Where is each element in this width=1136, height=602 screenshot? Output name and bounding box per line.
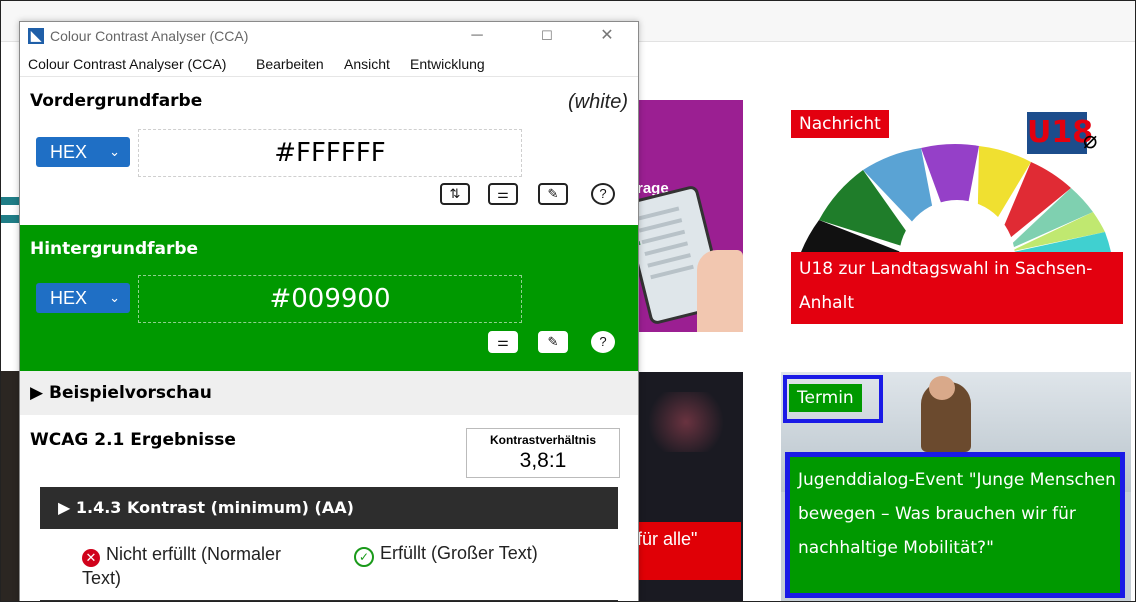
parliament-chart-image bbox=[801, 144, 1111, 260]
teal-stripe bbox=[1, 215, 21, 223]
preview-toggle[interactable]: ▶ Beispielvorschau bbox=[20, 371, 638, 415]
chevron-down-icon: ⌄ bbox=[109, 290, 120, 305]
foreground-panel: Vordergrundfarbe (white) HEX ⌄ #FFFFFF ⇅… bbox=[20, 77, 638, 225]
hand-image bbox=[697, 250, 743, 332]
cca-window: ◣ Colour Contrast Analyser (CCA) ─ ☐ ✕ C… bbox=[19, 21, 639, 601]
eyedropper-icon[interactable]: ✎ bbox=[538, 331, 568, 353]
card-caption[interactable]: Jugenddialog-Event "Junge Menschen beweg… bbox=[798, 463, 1118, 565]
background-hex-input[interactable]: #009900 bbox=[138, 275, 522, 323]
menu-entwicklung[interactable]: Entwicklung bbox=[410, 56, 485, 72]
foreground-hex-input[interactable]: #FFFFFF bbox=[138, 129, 522, 177]
ratio-value: 3,8:1 bbox=[519, 449, 567, 472]
window-title: Colour Contrast Analyser (CCA) bbox=[50, 28, 249, 44]
u18-logo: U18 ⌀ bbox=[1027, 112, 1107, 154]
cross-icon: ✕ bbox=[82, 549, 100, 567]
menu-bearbeiten[interactable]: Bearbeiten bbox=[256, 56, 324, 72]
news-card-survey[interactable]: rage bbox=[631, 100, 743, 332]
close-button[interactable]: ✕ bbox=[584, 22, 630, 50]
card-photo bbox=[641, 392, 731, 452]
background-panel: Hintergrundfarbe HEX ⌄ #009900 ⚌ ✎ ? bbox=[20, 225, 638, 371]
menu-bar: Colour Contrast Analyser (CCA) Bearbeite… bbox=[20, 50, 638, 77]
criterion-toggle[interactable]: ▶ 1.4.3 Kontrast (minimum) (AA) bbox=[40, 487, 618, 529]
results-title: WCAG 2.1 Ergebnisse bbox=[30, 430, 236, 450]
fail-result: ✕ Nicht erfüllt (Normaler Text) bbox=[82, 544, 282, 588]
menu-ansicht[interactable]: Ansicht bbox=[344, 56, 390, 72]
contrast-ratio-box: Kontrastverhältnis 3,8:1 bbox=[466, 428, 620, 478]
news-card-dark[interactable]: für alle" bbox=[631, 372, 743, 601]
nachricht-badge: Nachricht bbox=[791, 110, 889, 138]
title-bar[interactable]: ◣ Colour Contrast Analyser (CCA) ─ ☐ ✕ bbox=[20, 22, 638, 50]
maximize-button[interactable]: ☐ bbox=[524, 22, 570, 50]
menu-app[interactable]: Colour Contrast Analyser (CCA) bbox=[28, 56, 226, 72]
card-caption[interactable]: U18 zur Landtagswahl in Sachsen-Anhalt bbox=[791, 252, 1123, 324]
teal-stripe bbox=[1, 197, 21, 205]
swap-icon[interactable]: ⇅ bbox=[440, 183, 470, 205]
dark-strip bbox=[1, 371, 21, 601]
sliders-icon[interactable]: ⚌ bbox=[488, 183, 518, 205]
check-icon: ✓ bbox=[354, 547, 374, 567]
sliders-icon[interactable]: ⚌ bbox=[488, 331, 518, 353]
focus-highlight: Jugenddialog-Event "Junge Menschen beweg… bbox=[785, 452, 1125, 598]
background-format-select[interactable]: HEX ⌄ bbox=[36, 283, 130, 313]
foreground-color-name: (white) bbox=[567, 91, 628, 113]
termin-badge: Termin bbox=[789, 384, 862, 412]
foreground-title: Vordergrundfarbe bbox=[30, 91, 203, 111]
eyedropper-icon[interactable]: ✎ bbox=[538, 183, 568, 205]
chevron-down-icon: ⌄ bbox=[109, 144, 120, 159]
card-caption: für alle" bbox=[631, 522, 741, 580]
help-icon[interactable]: ? bbox=[591, 331, 615, 353]
help-icon[interactable]: ? bbox=[591, 183, 615, 205]
background-title: Hintergrundfarbe bbox=[30, 239, 199, 259]
minimize-button[interactable]: ─ bbox=[454, 22, 500, 50]
news-card-event[interactable]: Termin Jugenddialog-Event "Junge Mensche… bbox=[781, 372, 1131, 601]
screenshot-frame: rage für alle" Nachricht U18 ⌀ U18 zur L… bbox=[0, 0, 1136, 602]
pass-result: ✓ Erfüllt (Großer Text) bbox=[354, 543, 538, 567]
app-logo-icon: ◣ bbox=[28, 28, 44, 44]
foreground-format-select[interactable]: HEX ⌄ bbox=[36, 137, 130, 167]
news-card-u18[interactable]: Nachricht U18 ⌀ U18 zur Landtagswahl in … bbox=[781, 100, 1131, 332]
ratio-label: Kontrastverhältnis bbox=[489, 433, 597, 447]
